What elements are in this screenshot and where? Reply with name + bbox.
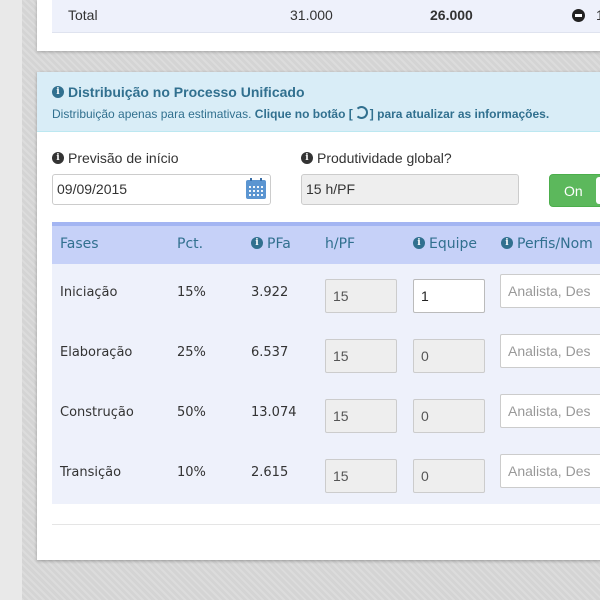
refresh-icon[interactable]	[354, 106, 368, 119]
cell-pct: 25%	[177, 345, 206, 360]
info-circle-icon	[301, 152, 313, 164]
total-value-1: 31.000	[290, 7, 333, 23]
cell-fase: Transição	[60, 465, 122, 480]
productivity-label: Produtividade global?	[301, 150, 452, 166]
equipe-input[interactable]: 0	[413, 399, 485, 433]
table-row: Construção 50% 13.074 15 0 Analista, Des	[52, 384, 600, 445]
table-row: Elaboração 25% 6.537 15 0 Analista, Des	[52, 324, 600, 385]
panel-divider	[52, 524, 600, 525]
total-value-3: 1	[596, 7, 600, 23]
header-pfa-text: PFa	[267, 236, 291, 252]
panel-subtitle: Distribuição apenas para estimativas. Cl…	[52, 106, 549, 121]
info-circle-icon	[251, 237, 263, 249]
table-row: Iniciação 15% 3.922 15 1 Analista, Des	[52, 264, 600, 325]
panel-title-text: Distribuição no Processo Unificado	[68, 84, 305, 100]
page-left-strip	[0, 0, 22, 600]
start-date-label: Previsão de início	[52, 150, 179, 166]
info-circle-icon	[52, 152, 64, 164]
start-date-input[interactable]: 09/09/2015	[52, 174, 271, 205]
perfis-input[interactable]: Analista, Des	[500, 334, 600, 368]
subtitle-bold-1: Clique no botão [	[254, 107, 353, 121]
minus-circle-icon[interactable]	[572, 9, 585, 22]
cell-pct: 15%	[177, 285, 206, 300]
panel-title: Distribuição no Processo Unificado	[52, 84, 305, 100]
hpf-input[interactable]: 15	[325, 399, 397, 433]
productivity-label-text: Produtividade global?	[317, 150, 452, 166]
perfis-input[interactable]: Analista, Des	[500, 394, 600, 428]
subtitle-bold-2: ] para atualizar as informações.	[369, 107, 550, 121]
table-row: Transição 10% 2.615 15 0 Analista, Des	[52, 444, 600, 505]
productivity-toggle[interactable]: On	[549, 174, 600, 207]
cell-fase: Construção	[60, 405, 134, 420]
header-pfa: PFa	[251, 236, 291, 252]
equipe-input[interactable]: 0	[413, 459, 485, 493]
summary-panel: Total 31.000 26.000 1	[37, 0, 600, 51]
distribution-panel: Distribuição no Processo Unificado Distr…	[37, 72, 600, 560]
toggle-knob[interactable]	[596, 177, 600, 204]
start-date-label-text: Previsão de início	[68, 150, 179, 166]
cell-pfa: 3.922	[251, 285, 289, 300]
panel-header: Distribuição no Processo Unificado Distr…	[37, 72, 600, 132]
cell-pfa: 13.074	[251, 405, 297, 420]
calendar-icon[interactable]	[246, 178, 266, 199]
header-equipe: Equipe	[413, 236, 477, 252]
equipe-input[interactable]: 1	[413, 279, 485, 313]
header-hpf: h/PF	[325, 236, 356, 252]
header-fases: Fases	[60, 236, 99, 252]
header-perfis: Perfis/Nom	[501, 236, 593, 252]
cell-fase: Iniciação	[60, 285, 118, 300]
toggle-label: On	[564, 183, 583, 199]
table-header: Fases Pct. PFa h/PF Equipe Perfis/Nom	[52, 222, 600, 264]
equipe-input[interactable]: 0	[413, 339, 485, 373]
header-perfis-text: Perfis/Nom	[517, 236, 593, 252]
cell-pct: 50%	[177, 405, 206, 420]
cell-pfa: 6.537	[251, 345, 289, 360]
total-label: Total	[68, 7, 98, 23]
header-pct: Pct.	[177, 236, 204, 252]
cell-pfa: 2.615	[251, 465, 289, 480]
hpf-input[interactable]: 15	[325, 459, 397, 493]
perfis-input[interactable]: Analista, Des	[500, 454, 600, 488]
header-equipe-text: Equipe	[429, 236, 477, 252]
hpf-input[interactable]: 15	[325, 279, 397, 313]
perfis-input[interactable]: Analista, Des	[500, 274, 600, 308]
info-circle-icon	[52, 86, 64, 98]
total-row: Total 31.000 26.000 1	[52, 0, 600, 33]
info-circle-icon	[413, 237, 425, 249]
total-value-2: 26.000	[430, 7, 473, 23]
subtitle-prefix: Distribuição apenas para estimativas.	[52, 107, 252, 121]
info-circle-icon	[501, 237, 513, 249]
hpf-input[interactable]: 15	[325, 339, 397, 373]
productivity-input[interactable]: 15 h/PF	[301, 174, 519, 205]
cell-pct: 10%	[177, 465, 206, 480]
cell-fase: Elaboração	[60, 345, 133, 360]
